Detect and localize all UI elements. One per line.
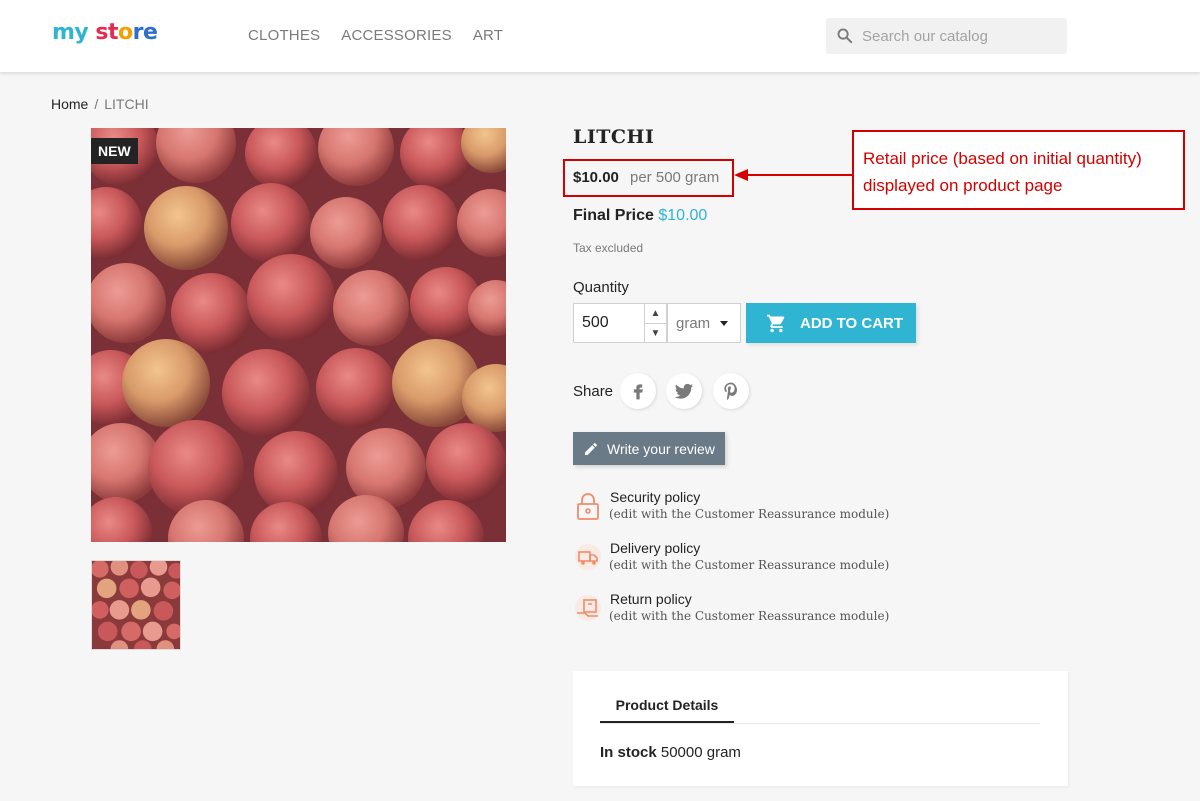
search-box: [826, 18, 1067, 54]
annotation-callout: Retail price (based on initial quantity)…: [852, 130, 1185, 210]
reassurance-return-subtitle: (edit with the Customer Reassurance modu…: [609, 609, 890, 623]
quantity-spinner: ▲ ▼: [644, 304, 666, 342]
unit-select[interactable]: gram: [667, 303, 741, 343]
reassurance-security-subtitle: (edit with the Customer Reassurance modu…: [609, 507, 890, 521]
reassurance-return-title: Return policy: [610, 591, 692, 607]
breadcrumb-home[interactable]: Home: [51, 96, 88, 112]
annotation-line-1: Retail price (based on initial quantity): [863, 149, 1142, 168]
pencil-icon: [585, 442, 597, 455]
stock-info: In stock 50000 gram: [600, 744, 741, 761]
annotation-arrow: [734, 169, 854, 181]
logo-text-o: o: [118, 20, 133, 45]
twitter-icon[interactable]: [666, 373, 702, 409]
logo-text-st: st: [88, 20, 119, 45]
quantity-label: Quantity: [573, 279, 629, 296]
breadcrumb-separator: /: [94, 96, 99, 112]
product-thumbnail[interactable]: [91, 560, 181, 650]
breadcrumb-current: LITCHI: [104, 96, 149, 112]
logo-text-my: my: [52, 20, 89, 45]
facebook-icon[interactable]: [620, 373, 656, 409]
breadcrumb: Home / LITCHI: [51, 96, 149, 112]
nav-art[interactable]: ART: [473, 27, 503, 44]
stock-label: In stock: [600, 744, 657, 761]
final-price: Final Price $10.00: [573, 207, 707, 225]
product-title: LITCHI: [573, 126, 655, 148]
share-label: Share: [573, 383, 614, 400]
facebook-glyph: [633, 384, 643, 400]
site-header: my store CLOTHES ACCESSORIES ART: [0, 0, 1200, 72]
lock-icon: [577, 493, 599, 520]
return-box-icon: [575, 595, 601, 621]
quantity-input[interactable]: [574, 304, 646, 342]
cart-icon: [766, 314, 785, 332]
final-price-label: Final Price: [573, 207, 654, 224]
reassurance-delivery-title: Delivery policy: [610, 540, 701, 556]
new-badge: NEW: [91, 138, 138, 164]
caret-down-icon: [720, 321, 728, 326]
product-main-image[interactable]: [91, 128, 506, 542]
search-input[interactable]: [862, 18, 1057, 54]
nav-accessories[interactable]: ACCESSORIES: [341, 27, 452, 44]
tab-product-details[interactable]: Product Details: [600, 692, 734, 724]
write-review-button[interactable]: Write your review: [573, 432, 725, 465]
pinterest-icon[interactable]: [713, 373, 749, 409]
store-logo[interactable]: my store: [52, 20, 158, 45]
logo-text-re: re: [132, 20, 158, 45]
truck-icon: [575, 544, 601, 570]
twitter-glyph: [674, 383, 694, 399]
reassurance-delivery-subtitle: (edit with the Customer Reassurance modu…: [609, 558, 890, 572]
final-price-value: $10.00: [658, 207, 708, 224]
price-per-unit: per 500 gram: [630, 169, 720, 186]
litchi-thumbnail-photo: [92, 561, 180, 649]
add-to-cart-label: ADD TO CART: [800, 314, 904, 332]
quantity-stepper: ▲ ▼: [573, 303, 667, 343]
quantity-up-icon[interactable]: ▲: [645, 304, 666, 323]
unit-select-value: gram: [676, 315, 711, 332]
tax-note: Tax excluded: [573, 241, 644, 255]
reassurance-security-title: Security policy: [610, 489, 701, 505]
litchi-photo: [91, 128, 506, 542]
add-to-cart-button[interactable]: ADD TO CART: [746, 303, 916, 343]
annotation-line-2: displayed on product page: [863, 176, 1063, 195]
main-nav: CLOTHES ACCESSORIES ART: [248, 27, 503, 44]
pinterest-glyph: [724, 382, 737, 401]
search-icon[interactable]: [836, 27, 853, 44]
product-price: $10.00: [573, 169, 619, 186]
nav-clothes[interactable]: CLOTHES: [248, 27, 320, 44]
write-review-label: Write your review: [607, 440, 715, 457]
product-tabs: Product Details In stock 50000 gram: [573, 671, 1068, 786]
tab-divider: [600, 723, 1040, 724]
quantity-down-icon[interactable]: ▼: [645, 323, 666, 342]
stock-value: 50000 gram: [660, 744, 741, 761]
